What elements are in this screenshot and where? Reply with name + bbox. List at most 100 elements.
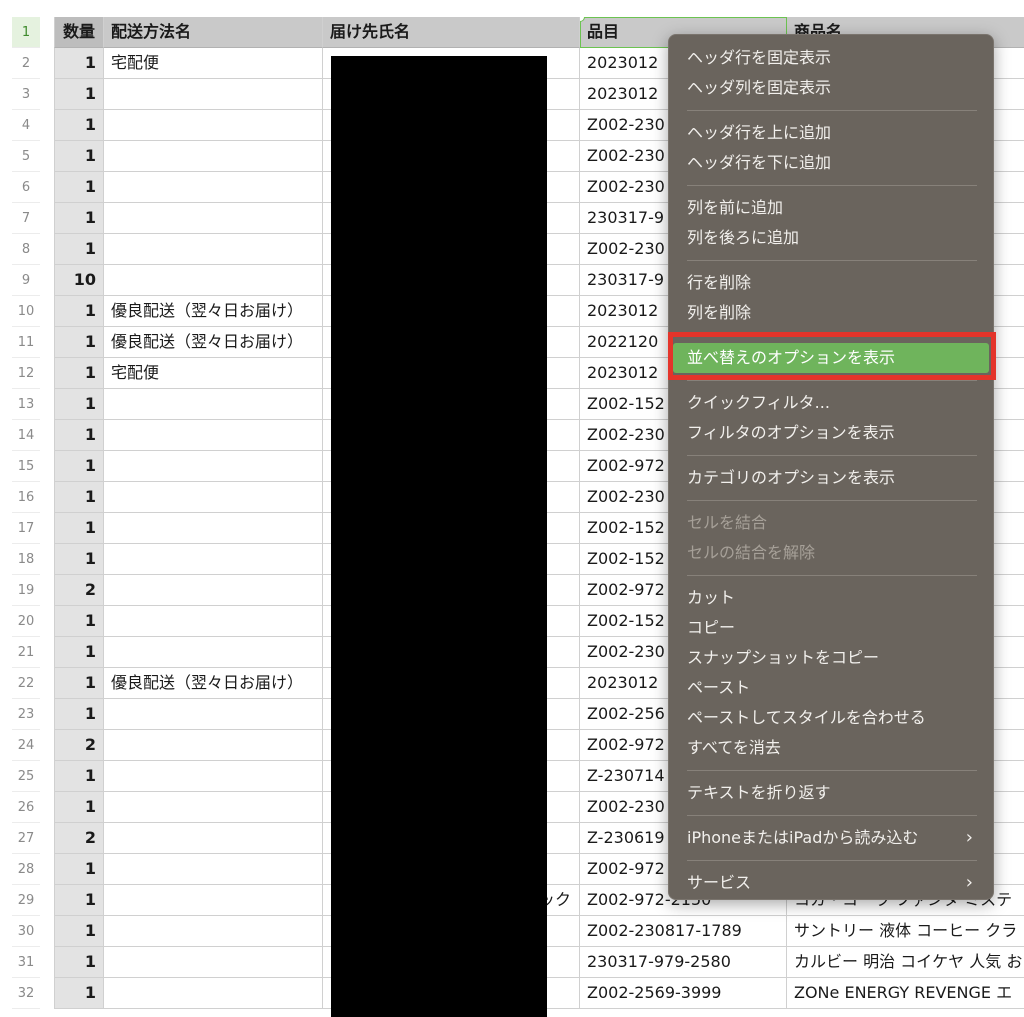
- qty-cell[interactable]: 1: [54, 792, 104, 823]
- menu-item[interactable]: すべてを消去: [669, 733, 993, 763]
- shipping-method-cell[interactable]: 宅配便: [104, 358, 323, 389]
- menu-item[interactable]: iPhoneまたはiPadから読み込む ›: [669, 823, 993, 853]
- shipping-method-cell[interactable]: [104, 854, 323, 885]
- shipping-method-cell[interactable]: [104, 203, 323, 234]
- shipping-method-cell[interactable]: [104, 234, 323, 265]
- selection-handle[interactable]: [580, 17, 585, 22]
- shipping-method-cell[interactable]: [104, 172, 323, 203]
- qty-cell[interactable]: 1: [54, 141, 104, 172]
- row-number[interactable]: 18: [12, 544, 40, 575]
- qty-cell[interactable]: 1: [54, 513, 104, 544]
- product-name-cell[interactable]: カルビー 明治 コイケヤ 人気 お: [787, 947, 1024, 978]
- qty-cell[interactable]: 1: [54, 110, 104, 141]
- shipping-method-cell[interactable]: [104, 389, 323, 420]
- qty-cell[interactable]: 1: [54, 48, 104, 79]
- row-number[interactable]: 10: [12, 296, 40, 327]
- row-number[interactable]: 31: [12, 947, 40, 978]
- qty-cell[interactable]: 1: [54, 389, 104, 420]
- shipping-method-cell[interactable]: [104, 513, 323, 544]
- shipping-method-cell[interactable]: [104, 606, 323, 637]
- shipping-method-cell[interactable]: [104, 637, 323, 668]
- qty-cell[interactable]: 1: [54, 420, 104, 451]
- row-number[interactable]: 3: [12, 79, 40, 110]
- item-cell[interactable]: Z002-230817-1789: [580, 916, 787, 947]
- row-number[interactable]: 24: [12, 730, 40, 761]
- shipping-method-cell[interactable]: [104, 110, 323, 141]
- menu-item[interactable]: フィルタのオプションを表示: [669, 418, 993, 448]
- menu-item[interactable]: 列を後ろに追加: [669, 223, 993, 253]
- shipping-method-cell[interactable]: [104, 823, 323, 854]
- row-number[interactable]: 5: [12, 141, 40, 172]
- shipping-method-cell[interactable]: 優良配送（翌々日お届け）: [104, 296, 323, 327]
- menu-item[interactable]: クイックフィルタ...: [669, 388, 993, 418]
- qty-cell[interactable]: 1: [54, 668, 104, 699]
- qty-cell[interactable]: 1: [54, 544, 104, 575]
- product-name-cell[interactable]: ZONe ENERGY REVENGE エ: [787, 978, 1024, 1009]
- item-cell[interactable]: Z002-2569-3999: [580, 978, 787, 1009]
- menu-item[interactable]: ヘッダ列を固定表示: [669, 73, 993, 103]
- row-number[interactable]: 25: [12, 761, 40, 792]
- qty-cell[interactable]: 1: [54, 606, 104, 637]
- qty-cell[interactable]: 1: [54, 482, 104, 513]
- row-number[interactable]: 15: [12, 451, 40, 482]
- shipping-method-cell[interactable]: [104, 265, 323, 296]
- menu-item[interactable]: スナップショットをコピー: [669, 643, 993, 673]
- menu-item-sort-options[interactable]: 並べ替えのオプションを表示: [673, 343, 989, 373]
- qty-cell[interactable]: 1: [54, 854, 104, 885]
- menu-item[interactable]: ヘッダ行を固定表示: [669, 43, 993, 73]
- menu-item[interactable]: テキストを折り返す: [669, 778, 993, 808]
- header-qty[interactable]: 数量: [54, 17, 104, 48]
- menu-item[interactable]: サービス ›: [669, 868, 993, 898]
- row-number[interactable]: 4: [12, 110, 40, 141]
- shipping-method-cell[interactable]: [104, 978, 323, 1009]
- qty-cell[interactable]: 1: [54, 947, 104, 978]
- row-number[interactable]: 1: [12, 17, 40, 48]
- qty-cell[interactable]: 1: [54, 916, 104, 947]
- row-number[interactable]: 26: [12, 792, 40, 823]
- qty-cell[interactable]: 1: [54, 637, 104, 668]
- row-number[interactable]: 16: [12, 482, 40, 513]
- shipping-method-cell[interactable]: [104, 699, 323, 730]
- menu-item[interactable]: ヘッダ行を上に追加: [669, 118, 993, 148]
- shipping-method-cell[interactable]: 宅配便: [104, 48, 323, 79]
- qty-cell[interactable]: 1: [54, 79, 104, 110]
- row-number[interactable]: 19: [12, 575, 40, 606]
- qty-cell[interactable]: 1: [54, 203, 104, 234]
- row-number[interactable]: 21: [12, 637, 40, 668]
- shipping-method-cell[interactable]: [104, 482, 323, 513]
- row-number[interactable]: 29: [12, 885, 40, 916]
- shipping-method-cell[interactable]: [104, 916, 323, 947]
- row-number[interactable]: 13: [12, 389, 40, 420]
- header-shipping-method[interactable]: 配送方法名: [104, 17, 323, 48]
- menu-item[interactable]: 行を削除: [669, 268, 993, 298]
- qty-cell[interactable]: 1: [54, 327, 104, 358]
- shipping-method-cell[interactable]: [104, 792, 323, 823]
- qty-cell[interactable]: 2: [54, 575, 104, 606]
- shipping-method-cell[interactable]: [104, 730, 323, 761]
- shipping-method-cell[interactable]: [104, 544, 323, 575]
- qty-cell[interactable]: 2: [54, 823, 104, 854]
- shipping-method-cell[interactable]: [104, 420, 323, 451]
- shipping-method-cell[interactable]: [104, 141, 323, 172]
- row-number[interactable]: 8: [12, 234, 40, 265]
- qty-cell[interactable]: 1: [54, 172, 104, 203]
- item-cell[interactable]: 230317-979-2580: [580, 947, 787, 978]
- row-number[interactable]: 27: [12, 823, 40, 854]
- row-number[interactable]: 28: [12, 854, 40, 885]
- shipping-method-cell[interactable]: [104, 79, 323, 110]
- row-number[interactable]: 12: [12, 358, 40, 389]
- row-number[interactable]: 23: [12, 699, 40, 730]
- menu-item[interactable]: 列を削除: [669, 298, 993, 328]
- menu-item[interactable]: カテゴリのオプションを表示: [669, 463, 993, 493]
- row-number[interactable]: 7: [12, 203, 40, 234]
- shipping-method-cell[interactable]: 優良配送（翌々日お届け）: [104, 668, 323, 699]
- shipping-method-cell[interactable]: 優良配送（翌々日お届け）: [104, 327, 323, 358]
- product-name-cell[interactable]: サントリー 液体 コーヒー クラ: [787, 916, 1024, 947]
- qty-cell[interactable]: 2: [54, 730, 104, 761]
- qty-cell[interactable]: 1: [54, 885, 104, 916]
- row-number[interactable]: 32: [12, 978, 40, 1009]
- shipping-method-cell[interactable]: [104, 575, 323, 606]
- row-number[interactable]: 30: [12, 916, 40, 947]
- row-number[interactable]: 6: [12, 172, 40, 203]
- qty-cell[interactable]: 1: [54, 451, 104, 482]
